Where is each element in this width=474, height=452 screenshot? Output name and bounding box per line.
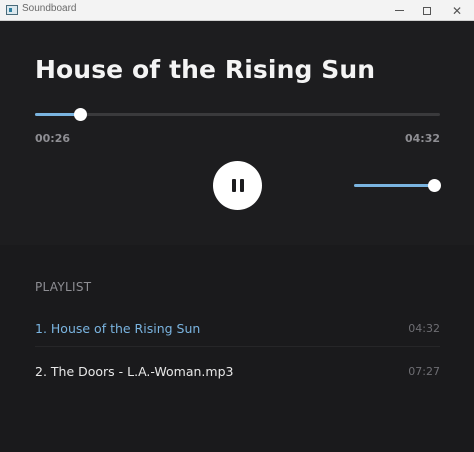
total-time: 04:32 [404,132,440,145]
volume-fill [354,184,434,187]
maximize-icon [423,6,431,15]
app-icon [6,5,18,15]
progress-slider[interactable] [35,108,440,121]
playlist-header: PLAYLIST [35,280,92,294]
elapsed-time: 00:26 [35,132,71,145]
close-icon: ✕ [451,3,463,18]
close-button[interactable]: ✕ [442,0,472,21]
track-duration: 07:27 [408,364,440,378]
playlist-item[interactable]: 2. The Doors - L.A.-Woman.mp3 07:27 [35,356,440,386]
title-bar: Soundboard ✕ [0,0,474,21]
window-title: Soundboard [22,3,77,14]
pause-button[interactable] [213,161,262,210]
minimize-button[interactable] [384,0,414,21]
volume-slider[interactable] [354,179,441,192]
playlist-item[interactable]: 1. House of the Rising Sun 04:32 [35,310,440,347]
playlist-panel: PLAYLIST 1. House of the Rising Sun 04:3… [0,245,474,452]
minimize-icon [394,10,404,11]
track-name: 1. House of the Rising Sun [35,320,201,336]
volume-thumb[interactable] [428,179,441,192]
track-name: 2. The Doors - L.A.-Woman.mp3 [35,363,234,379]
progress-thumb[interactable] [73,108,87,121]
track-duration: 04:32 [408,321,440,335]
maximize-button[interactable] [412,0,442,21]
player-panel: House of the Rising Sun 00:26 04:32 [0,21,474,245]
song-title: House of the Rising Sun [35,55,376,84]
pause-icon [231,179,244,192]
